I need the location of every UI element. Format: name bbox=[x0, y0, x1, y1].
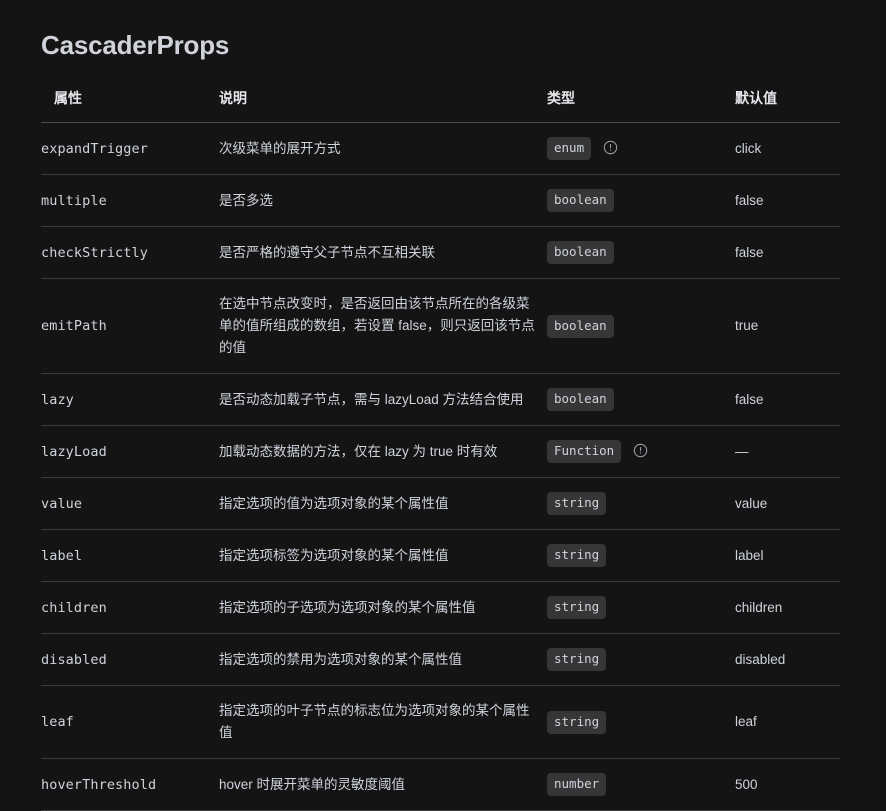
property-default-cell: label bbox=[735, 529, 840, 582]
table-row: checkStrictly 是否严格的遵守父子节点不互相关联 boolean fals… bbox=[41, 226, 840, 279]
props-table-container: 属性 说明 类型 默认值 expandTrigger 次级菜单的展开方式 enum c… bbox=[41, 88, 840, 811]
type-badge: Function bbox=[547, 440, 622, 463]
column-header-default: 默认值 bbox=[735, 88, 840, 123]
type-badge: string bbox=[547, 596, 607, 619]
property-default-cell: children bbox=[735, 581, 840, 634]
property-description-cell: hover 时展开菜单的灵敏度阈值 bbox=[219, 758, 547, 811]
property-description-cell: 指定选项的禁用为选项对象的某个属性值 bbox=[219, 633, 547, 686]
info-icon[interactable] bbox=[633, 443, 648, 458]
property-description-cell: 是否严格的遵守父子节点不互相关联 bbox=[219, 226, 547, 279]
property-name-cell: value bbox=[41, 477, 219, 530]
property-name-cell: emitPath bbox=[41, 278, 219, 374]
column-header-description: 说明 bbox=[219, 88, 547, 123]
property-description-cell: 次级菜单的展开方式 bbox=[219, 122, 547, 175]
property-default-cell: false bbox=[735, 226, 840, 279]
table-header-row: 属性 说明 类型 默认值 bbox=[41, 88, 840, 123]
type-badge: string bbox=[547, 648, 607, 671]
type-badge: string bbox=[547, 710, 607, 734]
column-header-type: 类型 bbox=[547, 88, 735, 123]
table-row: disabled 指定选项的禁用为选项对象的某个属性值 string disabled bbox=[41, 633, 840, 686]
property-type-cell: string bbox=[547, 685, 735, 759]
property-default-cell: disabled bbox=[735, 633, 840, 686]
property-description-cell: 是否动态加载子节点，需与 lazyLoad 方法结合使用 bbox=[219, 373, 547, 426]
property-default-cell: leaf bbox=[735, 685, 840, 759]
property-name-cell: disabled bbox=[41, 633, 219, 686]
property-type-cell: string bbox=[547, 581, 735, 634]
property-description-cell: 是否多选 bbox=[219, 174, 547, 227]
property-type-cell: string bbox=[547, 477, 735, 530]
property-description-cell: 指定选项的子选项为选项对象的某个属性值 bbox=[219, 581, 547, 634]
property-default-cell: 500 bbox=[735, 758, 840, 811]
table-body: expandTrigger 次级菜单的展开方式 enum click multiple 是… bbox=[41, 122, 840, 811]
property-name-cell: multiple bbox=[41, 174, 219, 227]
type-badge: enum bbox=[547, 137, 592, 160]
property-default-cell: value bbox=[735, 477, 840, 530]
type-badge: string bbox=[547, 544, 607, 567]
table-row: multiple 是否多选 boolean false bbox=[41, 174, 840, 227]
property-type-cell: boolean bbox=[547, 373, 735, 426]
page-title: CascaderProps bbox=[41, 30, 230, 60]
property-description-cell: 指定选项的值为选项对象的某个属性值 bbox=[219, 477, 547, 530]
property-name-cell: label bbox=[41, 529, 219, 582]
type-badge: boolean bbox=[547, 388, 614, 411]
property-default-cell: false bbox=[735, 373, 840, 426]
property-type-cell: boolean bbox=[547, 278, 735, 374]
column-header-property: 属性 bbox=[41, 88, 219, 123]
property-name-cell: leaf bbox=[41, 685, 219, 759]
property-default-cell: — bbox=[735, 425, 840, 478]
property-type-cell: string bbox=[547, 633, 735, 686]
property-name-cell: checkStrictly bbox=[41, 226, 219, 279]
table-row: label 指定选项标签为选项对象的某个属性值 string label bbox=[41, 529, 840, 582]
property-type-cell: boolean bbox=[547, 226, 735, 279]
property-name-cell: expandTrigger bbox=[41, 122, 219, 175]
property-description-cell: 在选中节点改变时，是否返回由该节点所在的各级菜单的值所组成的数组，若设置 fal… bbox=[219, 278, 547, 374]
property-default-cell: true bbox=[735, 278, 840, 374]
property-type-cell: Function bbox=[547, 425, 735, 478]
property-default-cell: click bbox=[735, 122, 840, 175]
property-type-cell: number bbox=[547, 758, 735, 811]
property-default-cell: false bbox=[735, 174, 840, 227]
property-type-cell: enum bbox=[547, 122, 735, 175]
table-row: value 指定选项的值为选项对象的某个属性值 string value bbox=[41, 477, 840, 530]
type-badge: boolean bbox=[547, 241, 614, 264]
property-description-cell: 加载动态数据的方法，仅在 lazy 为 true 时有效 bbox=[219, 425, 547, 478]
property-name-cell: hoverThreshold bbox=[41, 758, 219, 811]
property-name-cell: lazy bbox=[41, 373, 219, 426]
table-row: expandTrigger 次级菜单的展开方式 enum click bbox=[41, 122, 840, 175]
cascader-props-page: CascaderProps 属性 说明 类型 默认值 expandTrigger… bbox=[0, 0, 886, 811]
table-row: children 指定选项的子选项为选项对象的某个属性值 string childre… bbox=[41, 581, 840, 634]
property-type-cell: string bbox=[547, 529, 735, 582]
props-table: 属性 说明 类型 默认值 expandTrigger 次级菜单的展开方式 enum c… bbox=[41, 88, 840, 811]
property-description-cell: 指定选项的叶子节点的标志位为选项对象的某个属性值 bbox=[219, 685, 547, 759]
property-name-cell: children bbox=[41, 581, 219, 634]
property-name-cell: lazyLoad bbox=[41, 425, 219, 478]
type-badge: boolean bbox=[547, 314, 614, 338]
type-badge: boolean bbox=[547, 189, 614, 212]
property-type-cell: boolean bbox=[547, 174, 735, 227]
property-description-cell: 指定选项标签为选项对象的某个属性值 bbox=[219, 529, 547, 582]
type-badge: number bbox=[547, 773, 607, 796]
type-badge: string bbox=[547, 492, 607, 515]
table-header: 属性 说明 类型 默认值 bbox=[41, 88, 840, 123]
table-row: leaf 指定选项的叶子节点的标志位为选项对象的某个属性值 string leaf bbox=[41, 685, 840, 759]
table-row: lazy 是否动态加载子节点，需与 lazyLoad 方法结合使用 boolean f… bbox=[41, 373, 840, 426]
table-row: emitPath 在选中节点改变时，是否返回由该节点所在的各级菜单的值所组成的数组… bbox=[41, 278, 840, 374]
info-icon[interactable] bbox=[603, 140, 618, 155]
table-row: hoverThreshold hover 时展开菜单的灵敏度阈值 number 500 bbox=[41, 758, 840, 811]
table-row: lazyLoad 加载动态数据的方法，仅在 lazy 为 true 时有效 Func… bbox=[41, 425, 840, 478]
